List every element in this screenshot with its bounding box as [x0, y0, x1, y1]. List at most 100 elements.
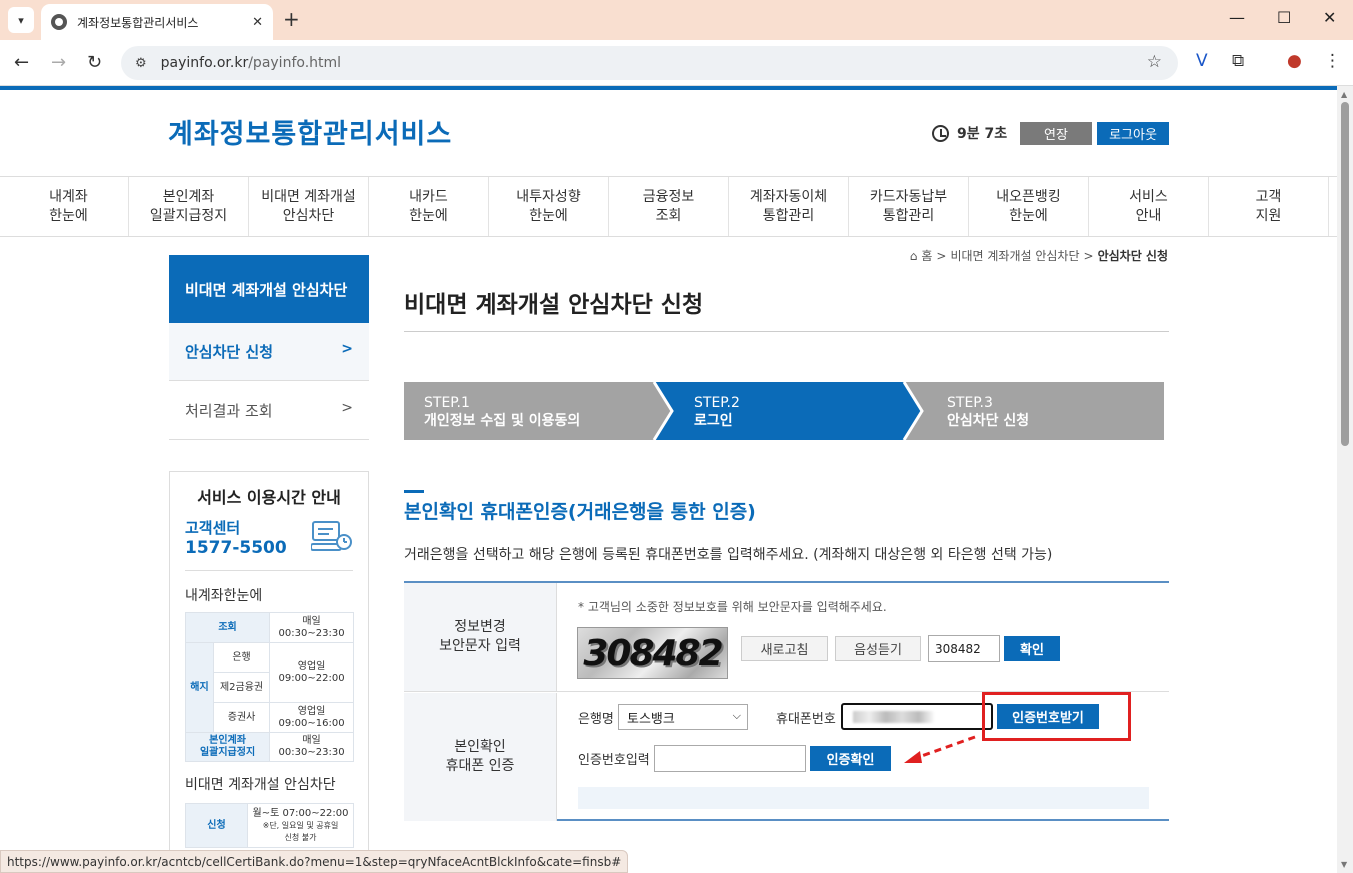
bank-label: 은행명: [578, 712, 614, 727]
divider: [185, 570, 353, 571]
table-header: 본인계좌 일괄지급정지: [184, 732, 271, 762]
step-1: STEP.1 개인정보 수집 및 이용동의: [424, 394, 580, 430]
customer-center-label: 고객센터: [185, 519, 241, 537]
verify-code-button[interactable]: 인증확인: [810, 746, 891, 771]
captcha-refresh-button[interactable]: 새로고침: [741, 636, 828, 661]
step-3-shape: [904, 382, 1164, 440]
tab-close-icon[interactable]: ✕: [252, 15, 263, 30]
breadcrumb-current: 안심차단 신청: [1097, 249, 1168, 263]
gnb-item[interactable]: 금융정보 조회: [609, 177, 729, 236]
gnb-item[interactable]: 비대면 계좌개설 안심차단: [249, 177, 369, 236]
table-cell: 은행: [212, 642, 271, 673]
table-header: 조회: [184, 612, 271, 643]
captcha-input[interactable]: 308482: [928, 635, 1000, 662]
service-sub-title: 비대면 계좌개설 안심차단: [185, 777, 336, 793]
scroll-up-icon[interactable]: ▲: [1341, 90, 1347, 99]
window-close-icon[interactable]: ✕: [1323, 8, 1336, 27]
captcha-row-label: 정보변경 보안문자 입력: [404, 583, 557, 691]
extension-v-icon[interactable]: V: [1196, 51, 1208, 71]
maximize-icon[interactable]: ☐: [1277, 8, 1291, 27]
browser-tabbar: ▾ 계좌정보통합관리서비스 ✕ + — ☐ ✕: [0, 0, 1353, 40]
step-label: 로그인: [694, 413, 733, 429]
page-scrollbar[interactable]: ▲ ▼: [1337, 86, 1353, 873]
scrollbar-thumb[interactable]: [1341, 102, 1349, 446]
service-hours-table-2: 신청 월~토 07:00~22:00 ※단, 일요일 및 공휴일 신청 불가: [185, 803, 354, 848]
breadcrumb-home[interactable]: 홈: [921, 247, 932, 264]
service-hours-box: 서비스 이용시간 안내 고객센터 1577-5500 내계좌한눈에 조회 매일 …: [169, 471, 369, 873]
gnb-item[interactable]: 고객 지원: [1209, 177, 1329, 236]
lnb-item-result[interactable]: 처리결과 조회 >: [169, 382, 369, 440]
highlight-box: [982, 692, 1131, 741]
table-cell: 영업일 09:00~22:00: [269, 642, 354, 703]
lnb-item-label: 안심차단 신청: [185, 343, 274, 361]
session-timer: 9분 7초: [932, 123, 1007, 143]
menu-kebab-icon[interactable]: ⋮: [1324, 51, 1341, 71]
scroll-down-icon[interactable]: ▼: [1341, 860, 1347, 869]
page-title: 비대면 계좌개설 안심차단 신청: [404, 292, 704, 318]
section-accent: [404, 490, 424, 493]
chevron-right-icon: >: [341, 400, 353, 416]
site-logo[interactable]: 계좌정보통합관리서비스: [168, 112, 452, 151]
phone-verify-row-label: 본인확인 휴대폰 인증: [404, 693, 557, 821]
chevron-down-icon: ⌵: [732, 709, 741, 722]
logout-button[interactable]: 로그아웃: [1097, 122, 1169, 145]
captcha-notice: * 고객님의 소중한 정보보호를 위해 보안문자를 입력해주세요.: [578, 600, 887, 614]
table-cell: 영업일 09:00~16:00: [269, 702, 354, 733]
extend-session-button[interactable]: 연장: [1020, 122, 1092, 145]
breadcrumb-level1[interactable]: 비대면 계좌개설 안심차단: [950, 247, 1079, 264]
gnb-item[interactable]: 카드자동납부 통합관리: [849, 177, 969, 236]
reload-icon[interactable]: ↻: [87, 52, 102, 73]
phone-label: 휴대폰번호: [776, 712, 836, 727]
address-bar[interactable]: ⚙ payinfo.or.kr/payinfo.html ☆: [121, 46, 1178, 80]
back-arrow-icon[interactable]: ←: [14, 52, 29, 73]
gnb-item[interactable]: 내계좌 한눈에: [9, 177, 129, 236]
captcha-confirm-button[interactable]: 확인: [1004, 636, 1060, 661]
table-cell: 매일 00:30~23:30: [269, 732, 354, 762]
gnb-item[interactable]: 내카드 한눈에: [369, 177, 489, 236]
extensions-puzzle-icon[interactable]: ⧉: [1232, 51, 1244, 71]
home-icon[interactable]: ⌂: [910, 249, 918, 263]
gnb-item[interactable]: 내투자성향 한눈에: [489, 177, 609, 236]
tab-list-button[interactable]: ▾: [8, 7, 34, 33]
divider: [404, 331, 1169, 332]
chevron-right-icon: >: [341, 341, 353, 357]
step-number: STEP.1: [424, 395, 470, 411]
captcha-row: 정보변경 보안문자 입력 * 고객님의 소중한 정보보호를 위해 보안문자를 입…: [404, 583, 1169, 692]
profile-avatar-icon[interactable]: ●: [1287, 51, 1302, 71]
lnb-item-label: 처리결과 조회: [185, 402, 273, 420]
tab-title: 계좌정보통합관리서비스: [77, 15, 199, 30]
browser-status-url: https://www.payinfo.or.kr/acntcb/cellCer…: [0, 850, 629, 873]
section-title: 본인확인 휴대폰인증(거래은행을 통한 인증): [404, 501, 756, 523]
minimize-icon[interactable]: —: [1229, 8, 1245, 27]
new-tab-button[interactable]: +: [283, 7, 300, 31]
bookmark-star-icon[interactable]: ☆: [1147, 52, 1162, 72]
captcha-audio-button[interactable]: 음성듣기: [835, 636, 921, 661]
url-text: payinfo.or.kr/payinfo.html: [160, 55, 342, 71]
browser-toolbar: ← → ↻ ⚙ payinfo.or.kr/payinfo.html ☆ V ⧉…: [0, 40, 1353, 86]
chevron-down-icon: ▾: [18, 13, 24, 27]
info-bar: [578, 787, 1149, 809]
gnb-item[interactable]: 본인계좌 일괄지급정지: [129, 177, 249, 236]
code-input[interactable]: [654, 745, 806, 772]
global-nav: 내계좌 한눈에 본인계좌 일괄지급정지 비대면 계좌개설 안심차단 내카드 한눈…: [0, 176, 1337, 237]
gnb-item[interactable]: 계좌자동이체 통합관리: [729, 177, 849, 236]
lnb-item-apply[interactable]: 안심차단 신청 >: [169, 323, 369, 381]
step-label: 안심차단 신청: [947, 413, 1030, 429]
bank-select[interactable]: 토스뱅크 ⌵: [618, 704, 748, 730]
step-number: STEP.2: [694, 395, 740, 411]
table-cell: 제2금융권: [212, 672, 271, 703]
table-cell: 증권사: [212, 702, 271, 733]
site-info-icon[interactable]: ⚙: [135, 56, 147, 71]
breadcrumb-separator: >: [936, 248, 947, 263]
table-cell: 월~토 07:00~22:00 ※단, 일요일 및 공휴일 신청 불가: [247, 803, 354, 848]
lnb-title: 비대면 계좌개설 안심차단: [169, 255, 369, 323]
browser-tab[interactable]: 계좌정보통합관리서비스 ✕: [41, 4, 273, 40]
call-center-icon: [311, 521, 352, 551]
service-sub-title: 내계좌한눈에: [185, 588, 263, 604]
phone-input[interactable]: [841, 703, 993, 730]
top-accent-line: [0, 86, 1337, 90]
gnb-item[interactable]: 내오픈뱅킹 한눈에: [969, 177, 1089, 236]
forward-arrow-icon[interactable]: →: [51, 52, 66, 73]
code-label: 인증번호입력: [578, 753, 650, 768]
gnb-item[interactable]: 서비스 안내: [1089, 177, 1209, 236]
